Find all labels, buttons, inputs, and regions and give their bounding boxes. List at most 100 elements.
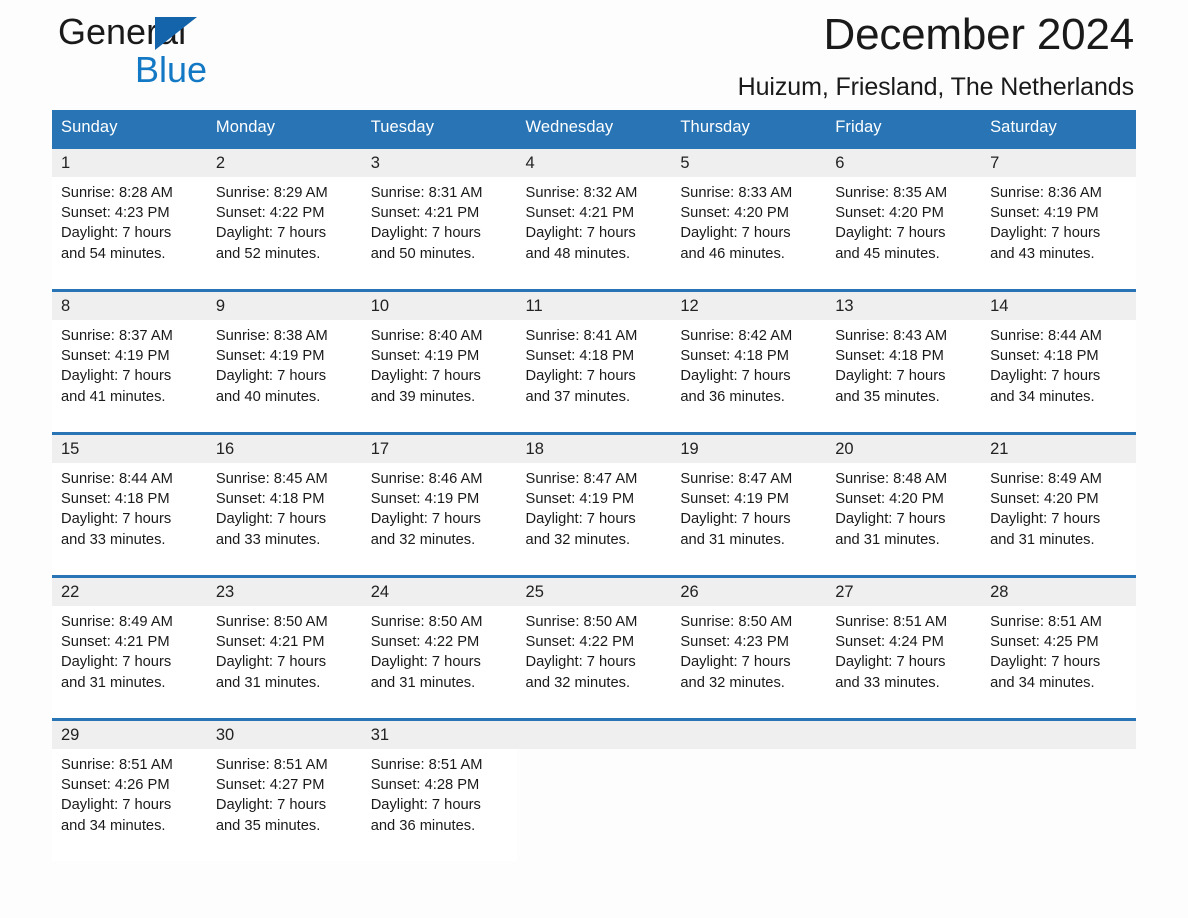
day-cell[interactable]: Sunrise: 8:41 AM Sunset: 4:18 PM Dayligh… <box>516 320 672 434</box>
week-row-details: Sunrise: 8:37 AM Sunset: 4:19 PM Dayligh… <box>52 320 1136 434</box>
sunrise-text: Sunrise: 8:40 AM <box>370 328 483 344</box>
day-cell[interactable]: Sunrise: 8:44 AM Sunset: 4:18 PM Dayligh… <box>981 320 1136 434</box>
day-number[interactable]: 7 <box>981 146 1136 177</box>
day-cell[interactable]: Sunrise: 8:48 AM Sunset: 4:20 PM Dayligh… <box>826 463 982 577</box>
daylight-text-line1: Daylight: 7 hours <box>835 511 946 528</box>
day-number[interactable]: 1 <box>52 146 207 177</box>
week-row-daynumbers: 15 16 17 18 19 20 21 <box>52 432 1136 463</box>
day-cell[interactable]: Sunrise: 8:51 AM Sunset: 4:24 PM Dayligh… <box>826 606 982 720</box>
sunset-text: Sunset: 4:24 PM <box>835 634 944 651</box>
daylight-text-line2: and 34 minutes. <box>990 388 1095 405</box>
day-number[interactable]: 4 <box>516 146 672 177</box>
day-number[interactable]: 11 <box>516 289 672 320</box>
weekday-header-wednesday: Wednesday <box>516 110 672 148</box>
day-cell[interactable]: Sunrise: 8:35 AM Sunset: 4:20 PM Dayligh… <box>826 177 982 291</box>
day-number[interactable]: 12 <box>671 289 827 320</box>
sunrise-text: Sunrise: 8:32 AM <box>525 185 638 201</box>
day-cell[interactable]: Sunrise: 8:44 AM Sunset: 4:18 PM Dayligh… <box>52 463 207 577</box>
day-cell[interactable]: Sunrise: 8:47 AM Sunset: 4:19 PM Dayligh… <box>516 463 672 577</box>
daylight-text-line1: Daylight: 7 hours <box>835 368 946 385</box>
day-number[interactable]: 26 <box>671 575 827 606</box>
day-cell[interactable]: Sunrise: 8:43 AM Sunset: 4:18 PM Dayligh… <box>826 320 982 434</box>
day-number[interactable]: 16 <box>206 432 362 463</box>
day-cell[interactable]: Sunrise: 8:49 AM Sunset: 4:20 PM Dayligh… <box>981 463 1136 577</box>
day-cell[interactable]: Sunrise: 8:42 AM Sunset: 4:18 PM Dayligh… <box>671 320 827 434</box>
general-blue-logo[interactable]: General Blue <box>58 12 318 98</box>
day-cell[interactable]: Sunrise: 8:31 AM Sunset: 4:21 PM Dayligh… <box>361 177 517 291</box>
daylight-text-line2: and 45 minutes. <box>835 245 940 262</box>
day-number[interactable]: 21 <box>981 432 1136 463</box>
title-block: December 2024 Huizum, Friesland, The Net… <box>414 0 1135 103</box>
daylight-text-line1: Daylight: 7 hours <box>370 225 481 242</box>
sunset-text: Sunset: 4:20 PM <box>680 205 789 222</box>
day-number[interactable]: 20 <box>826 432 982 463</box>
sunset-text: Sunset: 4:21 PM <box>525 205 635 222</box>
day-number[interactable]: 22 <box>52 575 207 606</box>
sunrise-text: Sunrise: 8:45 AM <box>215 471 328 487</box>
daylight-text-line2: and 31 minutes. <box>990 531 1095 548</box>
day-cell[interactable]: Sunrise: 8:37 AM Sunset: 4:19 PM Dayligh… <box>52 320 207 434</box>
daylight-text-line2: and 37 minutes. <box>525 388 631 405</box>
day-cell[interactable]: Sunrise: 8:28 AM Sunset: 4:23 PM Dayligh… <box>52 177 207 291</box>
logo-triangle-icon <box>155 17 197 50</box>
day-cell[interactable]: Sunrise: 8:40 AM Sunset: 4:19 PM Dayligh… <box>361 320 517 434</box>
sunrise-text: Sunrise: 8:49 AM <box>990 471 1102 487</box>
day-number[interactable]: 25 <box>516 575 672 606</box>
daylight-text-line2: and 31 minutes. <box>215 674 321 691</box>
day-number[interactable]: 28 <box>981 575 1136 606</box>
weekday-header-row: Sunday Monday Tuesday Wednesday Thursday… <box>52 110 1136 148</box>
day-cell[interactable]: Sunrise: 8:51 AM Sunset: 4:27 PM Dayligh… <box>206 749 362 861</box>
day-number[interactable]: 2 <box>206 146 362 177</box>
day-number[interactable]: 30 <box>206 718 362 749</box>
sunrise-text: Sunrise: 8:46 AM <box>370 471 483 487</box>
day-cell[interactable]: Sunrise: 8:50 AM Sunset: 4:23 PM Dayligh… <box>671 606 827 720</box>
sunset-text: Sunset: 4:19 PM <box>61 348 170 365</box>
day-number[interactable]: 18 <box>516 432 672 463</box>
day-cell[interactable]: Sunrise: 8:50 AM Sunset: 4:22 PM Dayligh… <box>516 606 672 720</box>
day-cell[interactable]: Sunrise: 8:29 AM Sunset: 4:22 PM Dayligh… <box>206 177 362 291</box>
day-number[interactable]: 6 <box>826 146 982 177</box>
sunrise-text: Sunrise: 8:51 AM <box>835 614 948 630</box>
day-number[interactable]: 17 <box>361 432 517 463</box>
day-number[interactable]: 29 <box>52 718 207 749</box>
day-number[interactable]: 14 <box>981 289 1136 320</box>
day-cell[interactable]: Sunrise: 8:32 AM Sunset: 4:21 PM Dayligh… <box>516 177 672 291</box>
daylight-text-line1: Daylight: 7 hours <box>61 797 172 814</box>
sunset-text: Sunset: 4:19 PM <box>525 491 635 508</box>
day-number-empty <box>981 718 1136 749</box>
day-number[interactable]: 5 <box>671 146 827 177</box>
sunrise-text: Sunrise: 8:44 AM <box>61 471 173 487</box>
day-cell[interactable]: Sunrise: 8:46 AM Sunset: 4:19 PM Dayligh… <box>361 463 517 577</box>
day-number[interactable]: 23 <box>206 575 362 606</box>
sunset-text: Sunset: 4:28 PM <box>370 777 480 794</box>
day-number[interactable]: 15 <box>52 432 207 463</box>
day-cell[interactable]: Sunrise: 8:45 AM Sunset: 4:18 PM Dayligh… <box>206 463 362 577</box>
day-number[interactable]: 31 <box>361 718 517 749</box>
day-cell[interactable]: Sunrise: 8:50 AM Sunset: 4:21 PM Dayligh… <box>206 606 362 720</box>
day-number[interactable]: 10 <box>361 289 517 320</box>
day-cell[interactable]: Sunrise: 8:51 AM Sunset: 4:26 PM Dayligh… <box>52 749 207 861</box>
day-cell[interactable]: Sunrise: 8:38 AM Sunset: 4:19 PM Dayligh… <box>206 320 362 434</box>
day-number[interactable]: 3 <box>361 146 517 177</box>
daylight-text-line1: Daylight: 7 hours <box>680 654 791 671</box>
daylight-text-line1: Daylight: 7 hours <box>215 368 327 385</box>
day-number[interactable]: 9 <box>206 289 362 320</box>
daylight-text-line2: and 32 minutes. <box>525 674 631 691</box>
daylight-text-line1: Daylight: 7 hours <box>835 654 946 671</box>
day-number[interactable]: 27 <box>826 575 982 606</box>
week-row-details: Sunrise: 8:44 AM Sunset: 4:18 PM Dayligh… <box>52 463 1136 577</box>
week-row-daynumbers: 8 9 10 11 12 13 14 <box>52 289 1136 320</box>
day-number[interactable]: 24 <box>361 575 517 606</box>
day-number[interactable]: 8 <box>52 289 207 320</box>
day-cell[interactable]: Sunrise: 8:33 AM Sunset: 4:20 PM Dayligh… <box>671 177 827 291</box>
day-number[interactable]: 13 <box>826 289 982 320</box>
day-cell[interactable]: Sunrise: 8:51 AM Sunset: 4:28 PM Dayligh… <box>361 749 517 861</box>
sunset-text: Sunset: 4:18 PM <box>525 348 635 365</box>
day-cell[interactable]: Sunrise: 8:36 AM Sunset: 4:19 PM Dayligh… <box>981 177 1136 291</box>
day-cell[interactable]: Sunrise: 8:47 AM Sunset: 4:19 PM Dayligh… <box>671 463 827 577</box>
day-cell[interactable]: Sunrise: 8:51 AM Sunset: 4:25 PM Dayligh… <box>981 606 1136 720</box>
day-cell[interactable]: Sunrise: 8:49 AM Sunset: 4:21 PM Dayligh… <box>52 606 207 720</box>
day-cell[interactable]: Sunrise: 8:50 AM Sunset: 4:22 PM Dayligh… <box>361 606 517 720</box>
day-number[interactable]: 19 <box>671 432 827 463</box>
sunset-text: Sunset: 4:18 PM <box>680 348 789 365</box>
